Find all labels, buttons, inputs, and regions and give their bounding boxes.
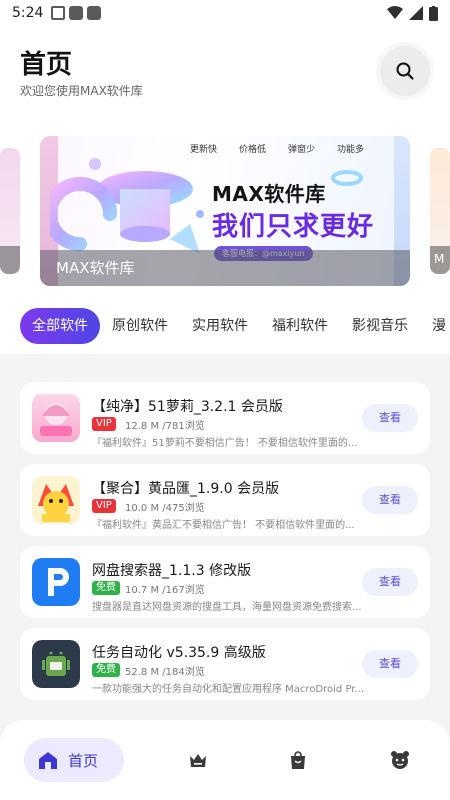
app-name: 【纯净】51萝莉_3.2.1 会员版 <box>92 399 283 415</box>
ring-decoration <box>331 170 363 186</box>
view-button[interactable]: 查看 <box>362 404 418 432</box>
app-name: 任务自动化 v5.35.9 高级版 <box>92 645 266 661</box>
vip-badge: VIP <box>92 417 116 431</box>
tab-utility-software[interactable]: 实用软件 <box>192 308 248 344</box>
list-item[interactable]: 【纯净】51萝莉_3.2.1 会员版 VIP 12.8 M /781浏览 『福利… <box>20 382 430 454</box>
vip-badge: VIP <box>92 499 116 513</box>
free-badge: 免费 <box>92 581 120 595</box>
nav-home-label: 首页 <box>68 751 99 770</box>
app-description: 搜盘器是直达网盘资源的搜盘工具，海量网盘资源免费搜索... <box>92 602 362 613</box>
app-meta: 10.0 M /475浏览 <box>125 503 205 514</box>
banner-next-card[interactable]: M <box>430 148 450 274</box>
home-icon <box>39 752 57 769</box>
app-description: 一款功能强大的任务自动化和配置应用程序 MacroDroid Pr... <box>92 684 365 695</box>
view-button[interactable]: 查看 <box>362 486 418 514</box>
banner-card[interactable]: 更新快 价格低 弹窗少 功能多 MAX软件库 我们只求更好 客服电报：@maxi… <box>40 136 410 286</box>
nav-home[interactable]: 首页 <box>24 738 124 782</box>
nav-crown[interactable] <box>186 748 210 772</box>
app-meta: 52.8 M /184浏览 <box>125 667 205 678</box>
tab-comics[interactable]: 漫画 <box>432 308 450 344</box>
letter-p-icon <box>48 568 69 596</box>
banner-headline: MAX软件库 <box>212 182 326 206</box>
feature-label: 弹窗少 <box>288 145 316 155</box>
system-icons <box>387 5 438 21</box>
banner-prev-card[interactable] <box>0 148 20 274</box>
nav-profile[interactable] <box>388 748 412 772</box>
app-description: 『福利软件』51萝莉不要相信广告！ 不要相信软件里面的... <box>92 438 358 449</box>
app-icon <box>32 476 80 524</box>
app-meta: 12.8 M /781浏览 <box>125 421 205 432</box>
page-title: 首页 <box>20 50 73 80</box>
search-button[interactable] <box>380 46 430 96</box>
battery-icon <box>429 5 438 21</box>
nav-shop[interactable] <box>286 748 310 772</box>
notification-icons <box>51 6 102 20</box>
header: 首页 欢迎您使用MAX软件库 <box>0 26 450 118</box>
banner-slogan: 我们只求更好 <box>212 212 375 242</box>
signal-icon <box>409 6 423 20</box>
app-list: 【纯净】51萝莉_3.2.1 会员版 VIP 12.8 M /781浏览 『福利… <box>0 362 450 742</box>
feature-label: 更新快 <box>190 145 218 155</box>
category-tabs: 全部软件 原创软件 实用软件 福利软件 影视音乐 漫画 <box>0 298 450 354</box>
wifi-icon <box>387 6 403 19</box>
feature-label: 价格低 <box>239 145 267 155</box>
view-button[interactable]: 查看 <box>362 650 418 678</box>
page-subtitle: 欢迎您使用MAX软件库 <box>20 84 143 98</box>
banner-features: 更新快 价格低 弹窗少 功能多 <box>190 142 364 155</box>
list-item[interactable]: 任务自动化 v5.35.9 高级版 免费 52.8 M /184浏览 一款功能强… <box>20 628 430 700</box>
tab-all-software[interactable]: 全部软件 <box>20 308 100 344</box>
app-meta: 10.7 M /167浏览 <box>125 585 205 596</box>
tab-welfare-software[interactable]: 福利软件 <box>272 308 328 344</box>
bottom-navigation: 首页 <box>0 720 450 800</box>
shopping-bag-icon <box>291 751 305 769</box>
app-notification-icon <box>69 6 84 20</box>
app-icon <box>32 640 80 688</box>
tab-video-music[interactable]: 影视音乐 <box>352 308 408 344</box>
profile-face-icon <box>391 751 409 769</box>
banner-label: MAX软件库 <box>56 259 135 277</box>
list-item[interactable]: 网盘搜索器_1.1.3 修改版 免费 10.7 M /167浏览 搜盘器是直达网… <box>20 546 430 618</box>
app-name: 【聚合】黄品匯_1.9.0 会员版 <box>92 481 280 497</box>
crown-icon <box>190 754 206 767</box>
image-notification-icon <box>51 6 66 20</box>
tab-original-software[interactable]: 原创软件 <box>112 308 168 344</box>
app-description: 『福利软件』黄品汇不要相信广告！ 不要相信软件里面的... <box>92 520 355 531</box>
free-badge: 免费 <box>92 663 120 677</box>
status-bar: 5:24 <box>0 0 450 26</box>
banner-carousel[interactable]: 更新快 价格低 弹窗少 功能多 MAX软件库 我们只求更好 客服电报：@maxi… <box>0 118 450 298</box>
status-time: 5:24 <box>12 5 44 21</box>
view-button[interactable]: 查看 <box>362 568 418 596</box>
android-robot-icon <box>42 651 70 676</box>
feature-label: 功能多 <box>337 145 365 155</box>
app-icon <box>32 394 80 442</box>
cartoon-face-icon <box>38 484 74 522</box>
app-notification-icon <box>87 6 102 20</box>
app-icon <box>32 558 80 606</box>
list-item[interactable]: 【聚合】黄品匯_1.9.0 会员版 VIP 10.0 M /475浏览 『福利软… <box>20 464 430 536</box>
app-name: 网盘搜索器_1.1.3 修改版 <box>92 563 252 579</box>
anime-girl-icon <box>40 403 72 436</box>
search-icon <box>396 62 414 80</box>
